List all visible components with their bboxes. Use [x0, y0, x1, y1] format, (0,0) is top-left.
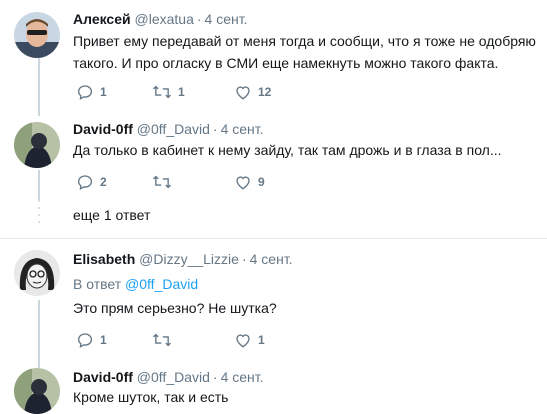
separator-dot: ·	[196, 11, 202, 27]
author-name[interactable]: Алексей	[73, 11, 131, 27]
avatar[interactable]	[14, 368, 60, 414]
like-button[interactable]: 1	[234, 330, 265, 350]
author-name[interactable]: David-0ff	[73, 369, 133, 385]
author-name[interactable]: David-0ff	[73, 121, 133, 137]
tweet-text-line: такого. И про огласку в СМИ еще намекнут…	[73, 55, 499, 71]
tweet-text: Кроме шуток, так и есть	[73, 386, 228, 408]
tweet-text-line: Привет ему передавай от меня тогда и соо…	[73, 33, 536, 49]
like-icon	[236, 86, 250, 100]
like-button[interactable]: 12	[234, 82, 271, 102]
thread-line	[38, 170, 40, 200]
author-name[interactable]: Elisabeth	[73, 251, 135, 267]
thread-dots	[38, 200, 40, 223]
tweet-time[interactable]: 4 сент.	[205, 11, 248, 27]
like-count: 1	[258, 333, 265, 347]
reply-prefix: В ответ	[73, 276, 122, 292]
reply-to-link[interactable]: @0ff_David	[125, 276, 198, 292]
author-handle[interactable]: @0ff_David	[137, 369, 210, 385]
thread-line	[38, 58, 40, 116]
retweet-count: 1	[178, 85, 185, 99]
reply-button[interactable]: 2	[76, 172, 107, 192]
reply-icon	[77, 175, 93, 190]
tweet-header: Elisabeth @Dizzy__Lizzie · 4 сент.	[73, 250, 293, 268]
tweet-text: Это прям серьезно? Не шутка?	[73, 297, 277, 319]
retweet-icon	[153, 175, 171, 189]
reply-icon	[77, 333, 93, 348]
show-more-replies-link[interactable]: еще 1 ответ	[73, 207, 150, 223]
tweet-time[interactable]: 4 сент.	[221, 369, 264, 385]
retweet-button[interactable]: 1	[152, 82, 185, 102]
tweet-header: David-0ff @0ff_David · 4 сент.	[73, 120, 264, 138]
tweet-time[interactable]: 4 сент.	[250, 251, 293, 267]
retweet-icon	[153, 85, 171, 99]
separator-dot: ·	[212, 121, 218, 137]
retweet-icon	[153, 333, 171, 347]
reply-icon	[77, 85, 93, 100]
retweet-button[interactable]	[152, 172, 178, 192]
like-icon	[236, 176, 250, 190]
reply-button[interactable]: 1	[76, 330, 107, 350]
tweet-time[interactable]: 4 сент.	[221, 121, 264, 137]
tweet-text-line: Кроме шуток, так и есть	[73, 389, 229, 405]
author-handle[interactable]: @lexatua	[135, 11, 194, 27]
retweet-button[interactable]	[152, 330, 178, 350]
avatar[interactable]	[14, 250, 60, 296]
thread-line	[38, 300, 40, 368]
like-button[interactable]: 9	[234, 172, 265, 192]
author-handle[interactable]: @0ff_David	[137, 121, 210, 137]
tweet-text-line: Это прям серьезно? Не шутка?	[73, 300, 277, 316]
like-count: 12	[258, 85, 272, 99]
separator-dot: ·	[212, 369, 218, 385]
reply-button[interactable]: 1	[76, 82, 107, 102]
reply-count: 2	[100, 175, 107, 189]
separator-dot: ·	[241, 251, 247, 267]
avatar[interactable]	[14, 122, 60, 168]
avatar[interactable]	[14, 12, 60, 58]
tweet-text: Да только в кабинет к нему зайду, так та…	[73, 139, 502, 161]
reply-count: 1	[100, 333, 107, 347]
tweet-text: Привет ему передавай от меня тогда и соо…	[73, 30, 536, 74]
like-icon	[236, 334, 250, 348]
tweet-header: Алексей @lexatua · 4 сент.	[73, 10, 247, 28]
tweet-header: David-0ff @0ff_David · 4 сент.	[73, 368, 264, 386]
divider	[0, 238, 547, 239]
reply-context: В ответ @0ff_David	[73, 275, 198, 293]
author-handle[interactable]: @Dizzy__Lizzie	[139, 251, 239, 267]
reply-count: 1	[100, 85, 107, 99]
like-count: 9	[258, 175, 265, 189]
tweet-text-line: Да только в кабинет к нему зайду, так та…	[73, 142, 502, 158]
